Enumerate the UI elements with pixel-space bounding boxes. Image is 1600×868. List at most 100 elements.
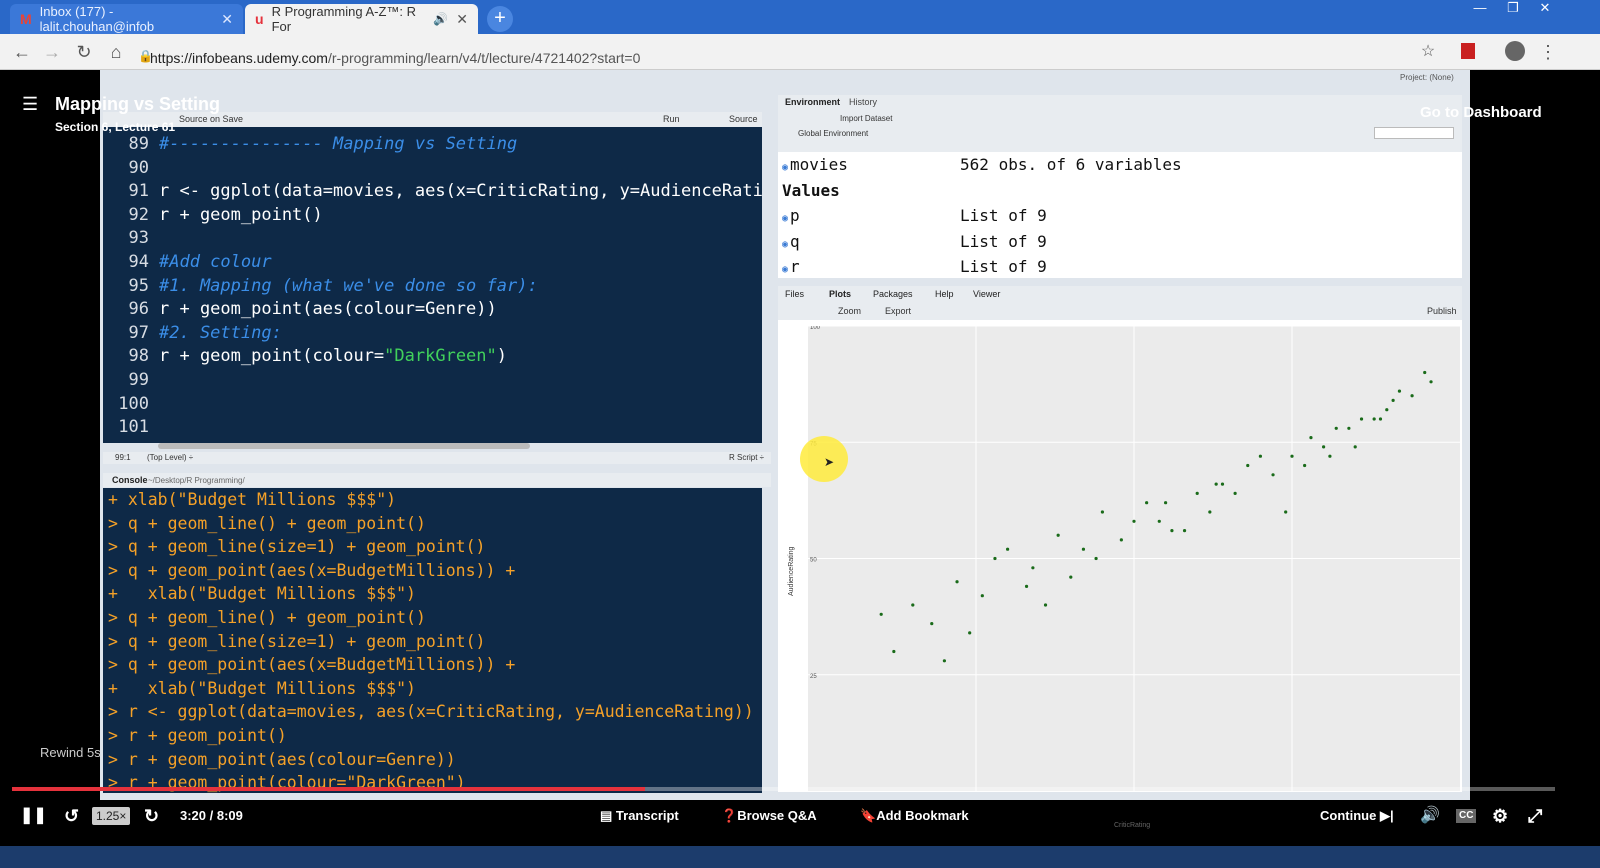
zoom-button[interactable]: Zoom (838, 306, 861, 316)
tab-plots[interactable]: Plots (829, 289, 851, 299)
publish-button[interactable]: Publish (1427, 306, 1457, 316)
expand-icon[interactable]: ◉ (782, 213, 788, 224)
hamburger-icon[interactable]: ☰ (22, 94, 38, 115)
close-icon[interactable]: ✕ (456, 11, 468, 28)
data-point (1391, 398, 1395, 402)
question-icon: ❓ (721, 808, 738, 823)
run-button[interactable]: Run (663, 114, 680, 124)
code-line[interactable]: 100 (103, 393, 159, 417)
udemy-icon: u (255, 11, 264, 27)
source-on-save-checkbox[interactable]: Source on Save (179, 114, 243, 124)
continue-label: Continue (1320, 808, 1377, 823)
data-point (1145, 501, 1149, 505)
expand-icon[interactable]: ◉ (782, 264, 788, 275)
env-row[interactable]: ◉ movies 562 obs. of 6 variables (782, 152, 1458, 177)
export-button[interactable]: Export (885, 306, 911, 316)
menu-icon[interactable]: ⋮ (1536, 41, 1560, 63)
console-line: > r + geom_point() (108, 726, 287, 745)
code-line[interactable]: 93 (103, 227, 159, 251)
console-path: ~/Desktop/R Programming/ (148, 476, 245, 485)
close-icon[interactable]: ✕ (221, 11, 233, 28)
tab-history[interactable]: History (849, 97, 877, 107)
restore-icon[interactable]: ❐ (1498, 0, 1528, 18)
data-point (1024, 584, 1029, 588)
console[interactable]: + xlab("Budget Millions $$$") > q + geom_… (103, 488, 762, 793)
tab-packages[interactable]: Packages (873, 289, 913, 299)
tab-udemy[interactable]: u R Programming A-Z™: R For 🔊 ✕ (245, 4, 478, 34)
data-point (1031, 566, 1035, 570)
y-tick-label: 100 (810, 326, 821, 331)
new-tab-button[interactable]: + (487, 6, 513, 32)
code-line[interactable]: 99 (103, 369, 159, 393)
expand-icon[interactable]: ◉ (782, 162, 788, 173)
data-point (1157, 519, 1161, 523)
code-line[interactable]: 96 r + geom_point(aes(colour=Genre)) (103, 298, 497, 322)
code-line[interactable]: 98 r + geom_point(colour="DarkGreen") (103, 345, 508, 369)
url-text[interactable]: https://infobeans.udemy.com/r-programmin… (150, 50, 640, 66)
close-window-icon[interactable]: ✕ (1530, 0, 1560, 18)
back-icon[interactable]: ← (10, 41, 34, 63)
tab-viewer[interactable]: Viewer (973, 289, 1000, 299)
captions-icon[interactable]: CC (1456, 809, 1477, 823)
scope-level[interactable]: (Top Level) ÷ (147, 453, 193, 462)
line-number: 99 (128, 370, 149, 390)
code-line[interactable]: 90 (103, 157, 159, 181)
code-editor[interactable]: 89 #--------------- Mapping vs Setting 90 9… (103, 127, 762, 443)
data-point (1208, 510, 1212, 514)
file-type[interactable]: R Script ÷ (729, 453, 764, 462)
extension-icon[interactable] (1461, 43, 1475, 59)
code-line[interactable]: 101 (103, 416, 159, 440)
dashboard-link[interactable]: Go to Dashboard (1420, 104, 1542, 121)
code-line[interactable]: 94 #Add colour (103, 251, 272, 275)
environment-scope-dropdown[interactable]: Global Environment (798, 129, 868, 138)
playback-speed[interactable]: 1.25× (92, 807, 131, 825)
data-point (1246, 463, 1250, 468)
tab-files[interactable]: Files (785, 289, 804, 299)
home-icon[interactable]: ⌂ (104, 41, 128, 63)
fullscreen-icon[interactable]: ⤢ (1528, 806, 1542, 826)
code-line[interactable]: 97 #2. Setting: (103, 322, 282, 346)
tab-gmail[interactable]: M Inbox (177) - lalit.chouhan@infob ✕ (10, 4, 243, 34)
env-value: List of 9 (960, 257, 1047, 276)
reload-icon[interactable]: ↻ (72, 41, 96, 63)
source-button[interactable]: Source (729, 114, 758, 124)
rewind-icon[interactable]: ↺ (64, 806, 79, 826)
env-row[interactable]: ◉ r List of 9 (782, 254, 1458, 279)
line-number: 90 (128, 157, 149, 178)
line-number: 95 (128, 275, 149, 296)
minimize-icon[interactable]: — (1465, 0, 1495, 18)
add-bookmark-button[interactable]: 🔖Add Bookmark (860, 806, 969, 826)
volume-icon[interactable]: 🔊 (1420, 806, 1440, 826)
code-line[interactable]: 89 #--------------- Mapping vs Setting (103, 133, 518, 157)
data-point (1303, 463, 1307, 468)
import-dataset-button[interactable]: Import Dataset (840, 114, 892, 123)
env-value: 562 obs. of 6 variables (960, 155, 1182, 174)
code-line[interactable]: 95 #1. Mapping (what we've done so far): (103, 275, 538, 299)
console-line: > q + geom_line(size=1) + geom_point() (108, 537, 486, 557)
settings-icon[interactable]: ⚙ (1492, 806, 1508, 826)
data-point (1322, 445, 1326, 449)
avatar[interactable] (1505, 41, 1525, 61)
tab-help[interactable]: Help (935, 289, 954, 299)
project-dropdown[interactable]: Project: (None) (1400, 73, 1454, 82)
forward-icon[interactable]: → (40, 41, 64, 63)
transcript-button[interactable]: ▤ Transcript (600, 806, 679, 826)
code-line[interactable]: 92 r + geom_point() (103, 204, 323, 228)
star-icon[interactable]: ☆ (1416, 41, 1440, 63)
data-point (1100, 510, 1104, 514)
code-line[interactable]: 91 r <- ggplot(data=movies, aes(x=CriticR… (103, 180, 762, 204)
continue-button[interactable]: Continue ▶| (1320, 806, 1394, 826)
tab-environment[interactable]: Environment (785, 97, 840, 107)
data-point (1378, 417, 1383, 421)
expand-icon[interactable]: ◉ (782, 239, 788, 250)
pause-icon[interactable]: ❚❚ (20, 806, 47, 826)
forward-icon[interactable]: ↻ (144, 806, 159, 826)
line-number: 94 (128, 252, 149, 272)
editor-scrollbar[interactable] (158, 443, 530, 449)
data-point (1220, 482, 1225, 486)
browse-qa-button[interactable]: ❓Browse Q&A (721, 806, 817, 826)
env-search-input[interactable] (1374, 127, 1454, 139)
console-title[interactable]: Console (112, 475, 148, 485)
env-row[interactable]: ◉ p List of 9 (782, 203, 1458, 228)
env-row[interactable]: ◉ q List of 9 (782, 229, 1458, 254)
